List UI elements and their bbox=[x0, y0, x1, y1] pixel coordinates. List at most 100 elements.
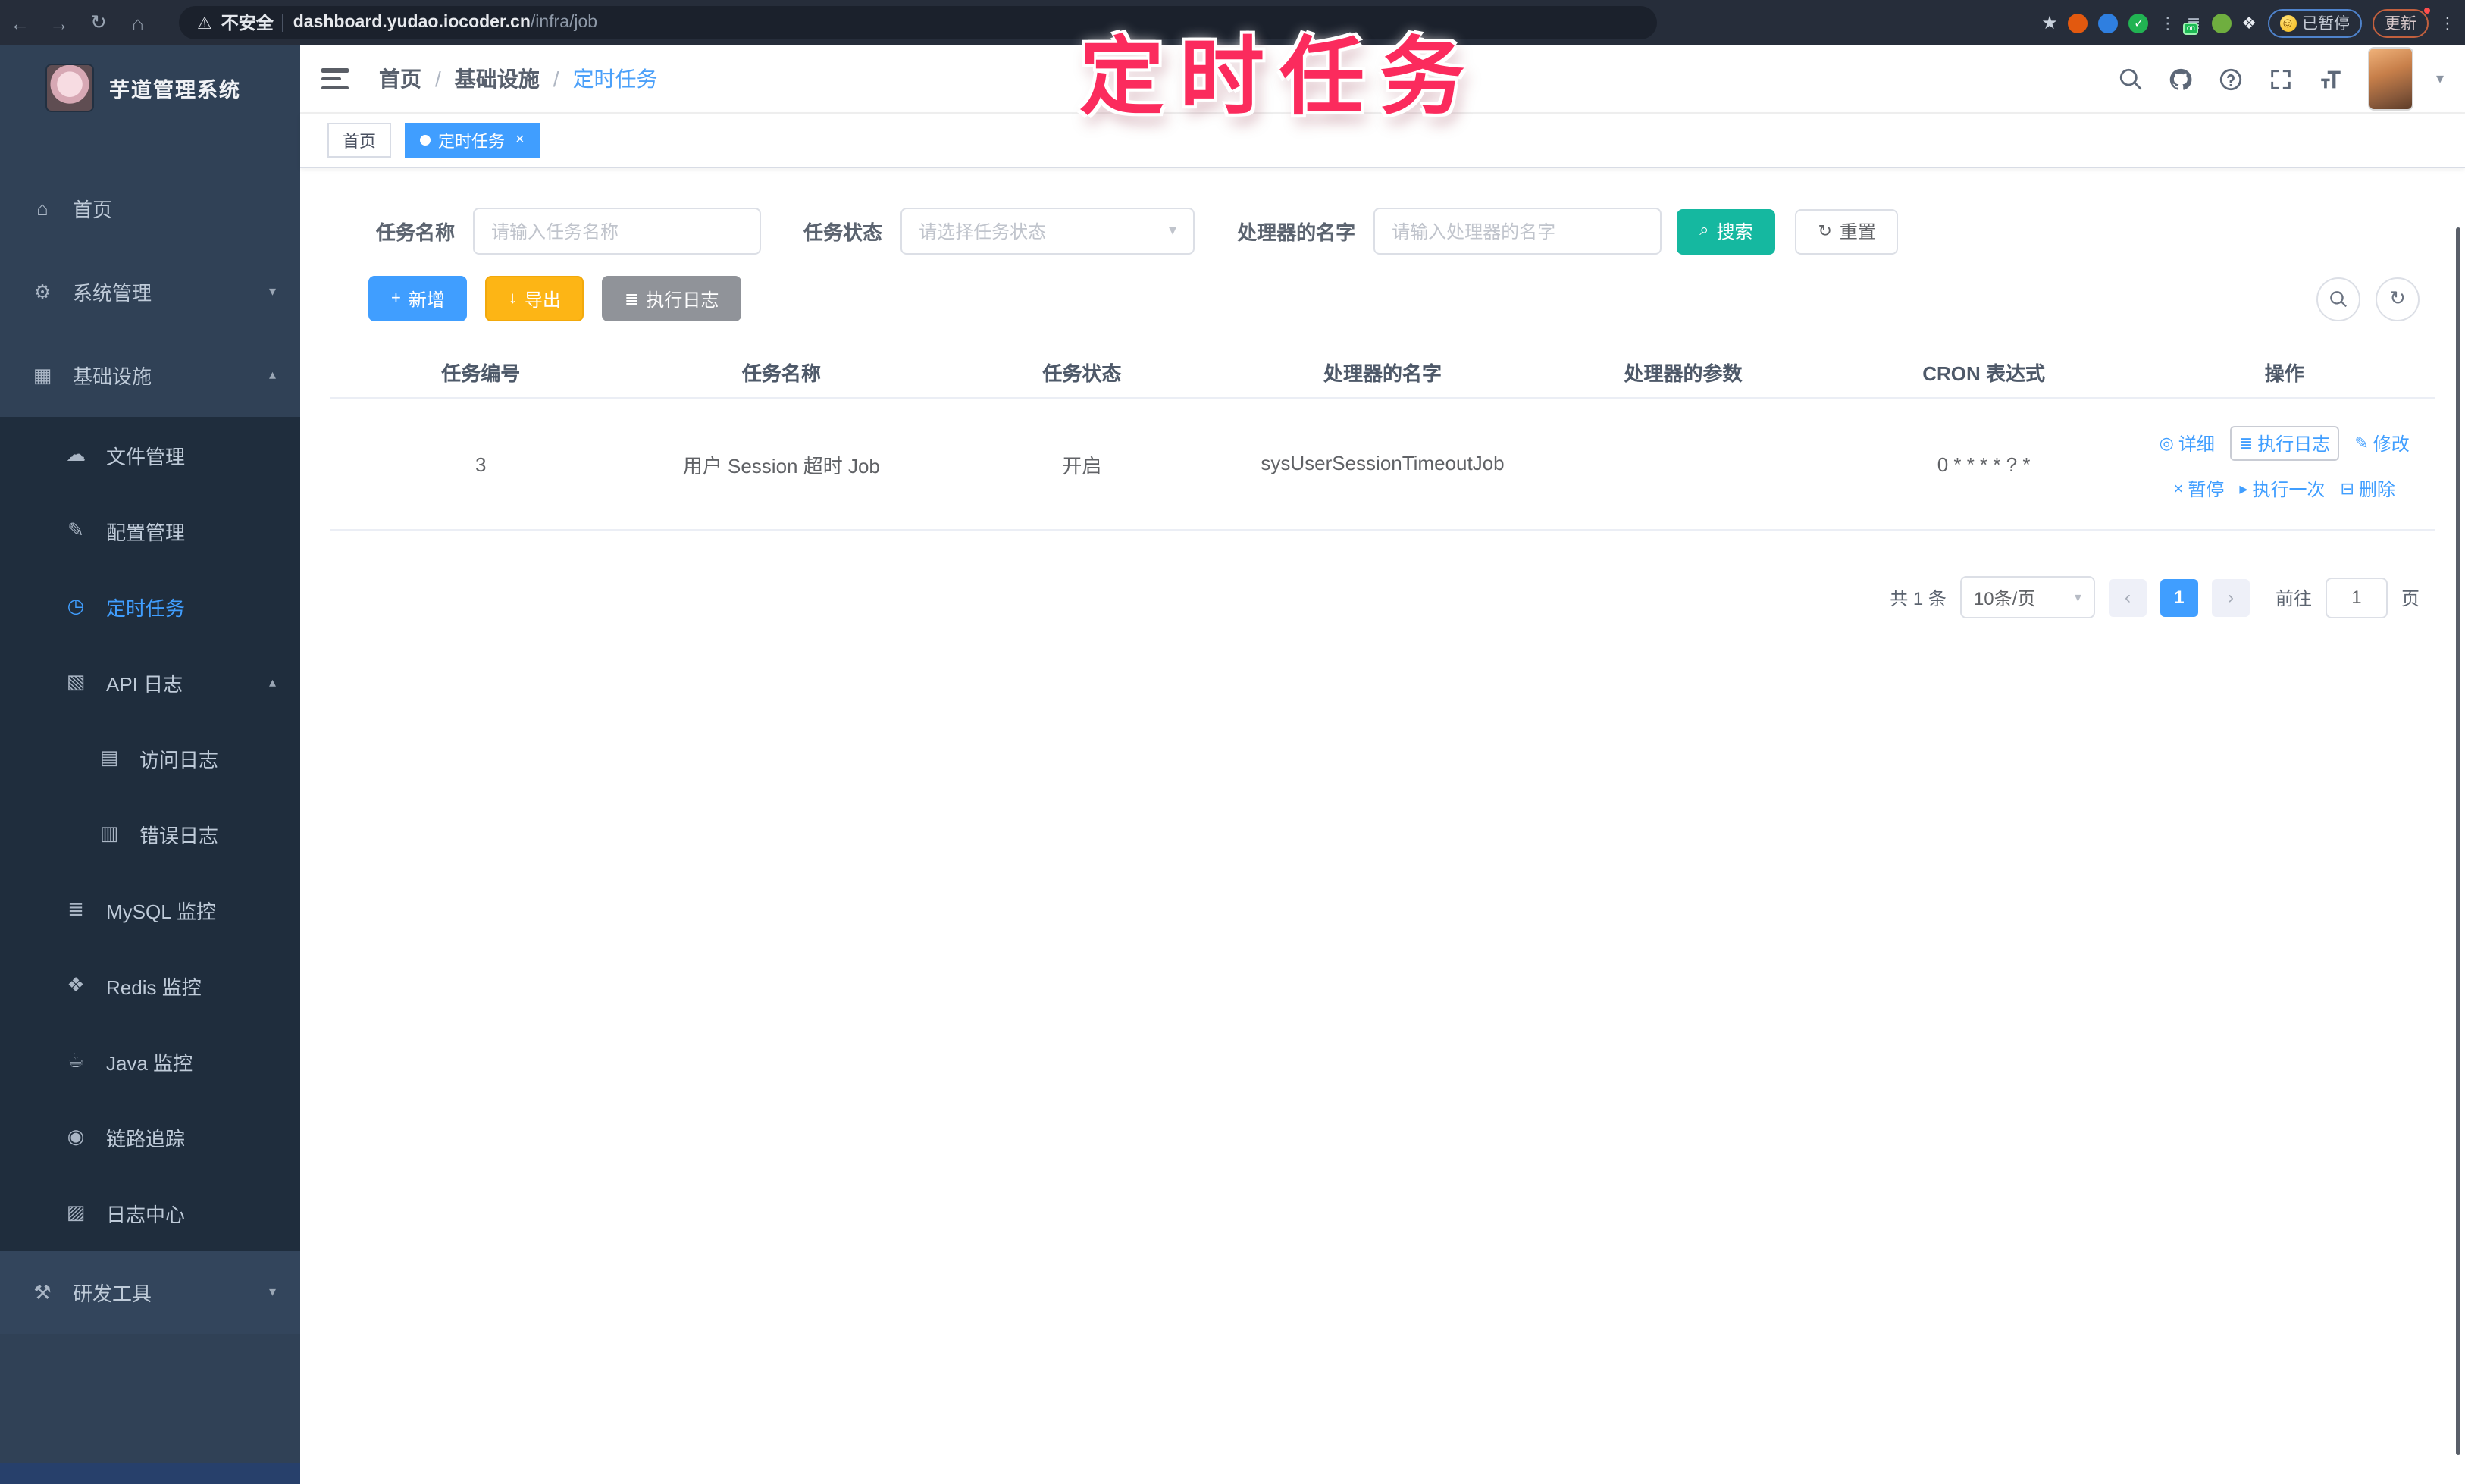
export-button[interactable]: ↓ 导出 bbox=[485, 276, 584, 321]
sidebar-item-java-monitor[interactable]: ☕ Java 监控 bbox=[0, 1023, 300, 1099]
extension-icon-list[interactable]: ≣ on bbox=[2183, 13, 2200, 34]
sidebar-item-dev-tools[interactable]: ⚒ 研发工具 ▾ bbox=[0, 1251, 300, 1334]
navbar-actions: ▾ bbox=[2118, 47, 2444, 111]
sidebar-item-access-log[interactable]: ▤ 访问日志 bbox=[0, 720, 300, 796]
detail-link[interactable]: ◎ 详细 bbox=[2160, 430, 2215, 456]
search-icon: ⌕ bbox=[1699, 221, 1709, 240]
sidebar-item-system[interactable]: ⚙ 系统管理 ▾ bbox=[0, 250, 300, 333]
reset-button[interactable]: ↻ 重置 bbox=[1795, 208, 1899, 254]
puzzle-extensions-icon[interactable]: ❖ bbox=[2241, 13, 2257, 33]
font-size-icon[interactable] bbox=[2318, 65, 2345, 92]
extension-icon-green[interactable]: ✓ bbox=[2128, 13, 2149, 33]
sidebar-footer-strip bbox=[0, 1463, 300, 1484]
browser-home-icon[interactable]: ⌂ bbox=[118, 11, 158, 34]
breadcrumb-infra[interactable]: 基础设施 bbox=[455, 64, 540, 94]
sidebar-item-mysql-monitor[interactable]: ≣ MySQL 监控 bbox=[0, 872, 300, 947]
browser-reload-icon[interactable]: ↻ bbox=[79, 11, 118, 35]
extension-icon-blue[interactable] bbox=[2098, 13, 2119, 33]
search-icon bbox=[2330, 290, 2347, 307]
handler-name-input[interactable] bbox=[1373, 208, 1662, 255]
user-avatar[interactable] bbox=[2367, 47, 2413, 111]
help-icon[interactable] bbox=[2218, 65, 2245, 92]
breadcrumb-current: 定时任务 bbox=[572, 67, 658, 91]
play-icon: ▸ bbox=[2239, 481, 2248, 499]
hamburger-icon[interactable] bbox=[321, 68, 349, 89]
delete-link[interactable]: ⊟ 删除 bbox=[2340, 476, 2395, 502]
browser-menu-icon[interactable]: ⋮ bbox=[2439, 13, 2456, 33]
app-logo-row[interactable]: 芋道管理系统 bbox=[0, 45, 300, 129]
job-name-input[interactable] bbox=[473, 208, 762, 255]
table-row: 3 用户 Session 超时 Job 开启 sysUserSessionTim… bbox=[330, 397, 2435, 531]
sidebar: 芋道管理系统 ⌂ 首页 ⚙ 系统管理 ▾ ▦ 基础设施 ▴ ☁ 文件管理 ✎ 配… bbox=[0, 45, 300, 1484]
job-status-select[interactable]: 请选择任务状态 ▾ bbox=[900, 208, 1195, 255]
col-job-name: 任务名称 bbox=[741, 362, 821, 384]
sidebar-item-error-log[interactable]: ▥ 错误日志 bbox=[0, 796, 300, 872]
sidebar-item-trace[interactable]: ◉ 链路追踪 bbox=[0, 1099, 300, 1175]
total-count: 共 1 条 bbox=[1890, 587, 1947, 609]
edit-link[interactable]: ✎ 修改 bbox=[2354, 430, 2409, 456]
execution-log-button[interactable]: ≣ 执行日志 bbox=[601, 276, 742, 321]
browser-back-icon[interactable]: ← bbox=[0, 11, 39, 34]
close-icon[interactable]: × bbox=[515, 132, 525, 149]
next-page-button[interactable]: › bbox=[2211, 578, 2250, 616]
redis-icon: ❖ bbox=[67, 973, 85, 996]
sidebar-item-infra[interactable]: ▦ 基础设施 ▴ bbox=[0, 333, 300, 417]
search-icon[interactable] bbox=[2118, 65, 2145, 92]
sidebar-item-config-manage[interactable]: ✎ 配置管理 bbox=[0, 493, 300, 568]
extension-icon-leaf[interactable] bbox=[2211, 13, 2232, 33]
page-1-button[interactable]: 1 bbox=[2160, 578, 2198, 616]
chevron-up-icon: ▴ bbox=[268, 674, 276, 689]
plus-icon: + bbox=[391, 290, 401, 308]
search-button[interactable]: ⌕ 搜索 bbox=[1677, 208, 1776, 254]
browser-extensions-area: ★ ✓ ⋮ ≣ on ❖ ☺ 已暂停 更新 ⋮ bbox=[2041, 7, 2456, 37]
job-log-link[interactable]: ≣ 执行日志 bbox=[2229, 426, 2340, 461]
pause-link[interactable]: × 暂停 bbox=[2173, 476, 2224, 502]
col-job-id: 任务编号 bbox=[441, 362, 521, 384]
infra-submenu: ☁ 文件管理 ✎ 配置管理 ◷ 定时任务 ▧ API 日志 ▴ ▤ 访问日志 ▥… bbox=[0, 417, 300, 1251]
timer-icon: ◷ bbox=[67, 594, 85, 617]
refresh-icon: ↻ bbox=[1818, 223, 1832, 241]
toggle-search-button[interactable] bbox=[2316, 277, 2360, 321]
log-icon: ≣ bbox=[2238, 435, 2254, 453]
refresh-button[interactable]: ↻ bbox=[2376, 277, 2420, 321]
browser-update-button[interactable]: 更新 bbox=[2373, 7, 2430, 37]
url-text[interactable]: dashboard.yudao.iocoder.cn/infra/job bbox=[293, 14, 597, 32]
page-size-select[interactable]: 10条/页 ▾ bbox=[1959, 576, 2095, 618]
extension-icon-orange[interactable] bbox=[2068, 13, 2088, 33]
main-area: 首页 / 基础设施 / 定时任务 ▾ 首页 定时任务 × 任务名称 请输入任务名… bbox=[300, 45, 2465, 1484]
fullscreen-icon[interactable] bbox=[2268, 65, 2295, 92]
java-icon: ☕ bbox=[67, 1049, 85, 1072]
prev-page-button[interactable]: ‹ bbox=[2108, 578, 2147, 616]
scrollbar-thumb[interactable] bbox=[2456, 227, 2460, 1455]
monitor-icon: ▦ bbox=[33, 363, 52, 386]
github-icon[interactable] bbox=[2168, 65, 2195, 92]
tag-home[interactable]: 首页 bbox=[327, 123, 391, 158]
job-status-label: 任务状态 bbox=[803, 221, 883, 244]
sidebar-item-redis-monitor[interactable]: ❖ Redis 监控 bbox=[0, 947, 300, 1023]
table-header: 任务编号 任务名称 任务状态 处理器的名字 处理器的参数 CRON 表达式 操作 bbox=[330, 346, 2435, 397]
sidebar-item-log-center[interactable]: ▨ 日志中心 bbox=[0, 1175, 300, 1251]
browser-forward-icon[interactable]: → bbox=[39, 11, 79, 34]
sidebar-item-home[interactable]: ⌂ 首页 bbox=[0, 167, 300, 250]
extension-on-badge: on bbox=[2183, 22, 2198, 34]
profile-avatar-emoji: ☺ bbox=[2279, 14, 2296, 31]
sidebar-item-file-manage[interactable]: ☁ 文件管理 bbox=[0, 417, 300, 493]
avatar-caret-icon[interactable]: ▾ bbox=[2436, 70, 2444, 87]
bookmark-star-icon[interactable]: ★ bbox=[2041, 12, 2058, 33]
profile-paused-chip[interactable]: ☺ 已暂停 bbox=[2267, 8, 2362, 37]
security-label[interactable]: 不安全 bbox=[221, 11, 274, 35]
col-job-status: 任务状态 bbox=[1042, 362, 1122, 384]
download-icon: ↓ bbox=[508, 290, 517, 308]
log-center-icon: ▨ bbox=[66, 1201, 86, 1223]
sidebar-item-scheduled-job[interactable]: ◷ 定时任务 bbox=[0, 568, 300, 644]
extension-icon-grid[interactable]: ⋮ bbox=[2160, 13, 2176, 33]
table-tools: ↻ bbox=[2316, 277, 2420, 321]
add-button[interactable]: + 新增 bbox=[368, 276, 468, 321]
briefcase-icon: ⚒ bbox=[33, 1280, 52, 1303]
breadcrumb-home[interactable]: 首页 bbox=[379, 64, 421, 94]
run-once-link[interactable]: ▸ 执行一次 bbox=[2239, 476, 2325, 502]
sidebar-item-api-log[interactable]: ▧ API 日志 ▴ bbox=[0, 644, 300, 720]
handler-name-label: 处理器的名字 bbox=[1237, 221, 1356, 244]
goto-page-input[interactable] bbox=[2325, 577, 2388, 618]
tag-scheduled-job[interactable]: 定时任务 × bbox=[405, 123, 540, 158]
